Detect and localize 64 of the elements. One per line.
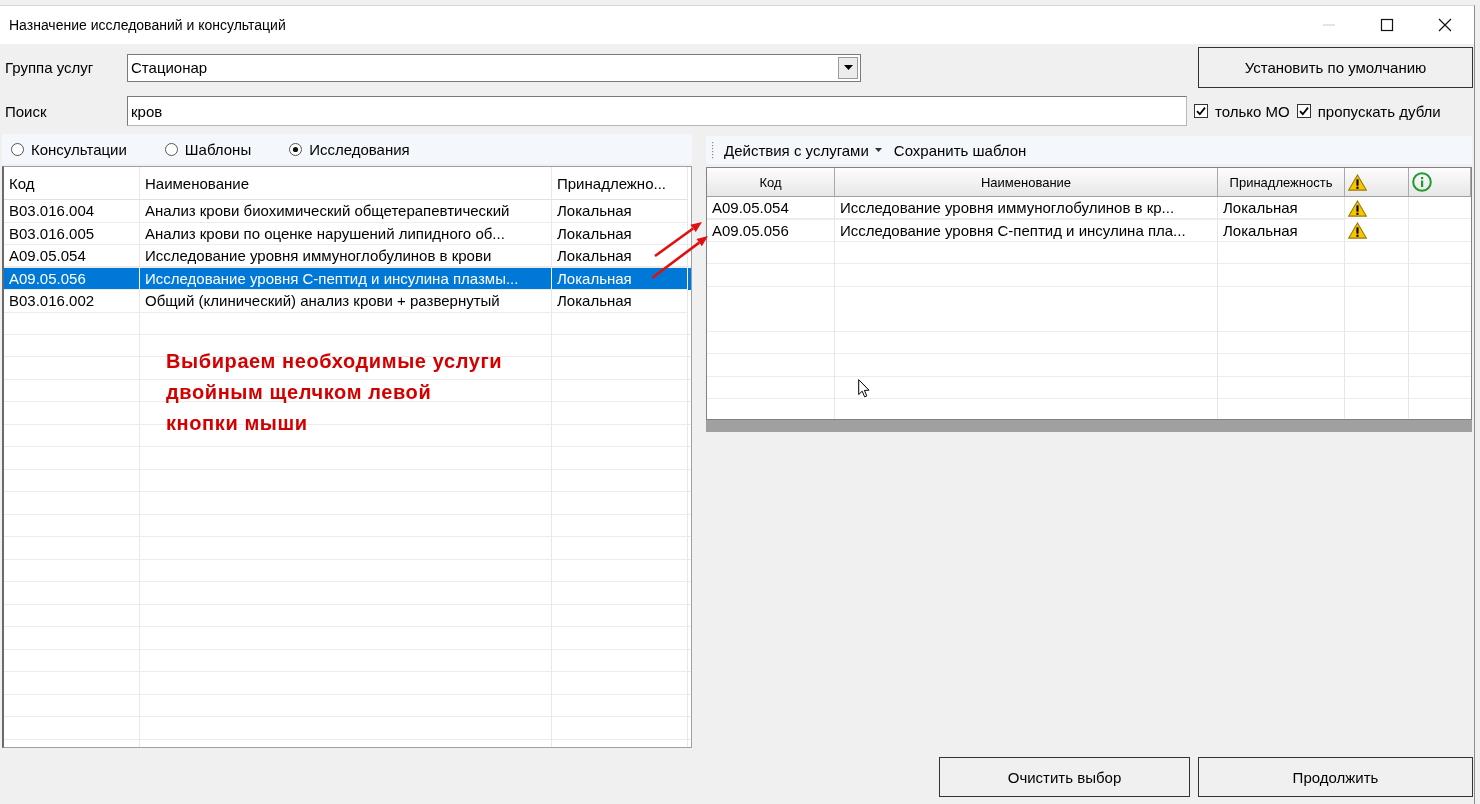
- table-row[interactable]: B03.016.002 Общий (клинический) анализ крови + развернутый Локальная: [4, 290, 691, 313]
- table-cell: Локальная: [552, 290, 688, 313]
- table-row[interactable]: B03.016.005 Анализ крови по оценке нарушений липидного об... Локальная: [4, 222, 691, 245]
- table-cell: Исследование уровня С-пептид и инсулина плазмы...: [140, 267, 552, 290]
- table-cell: Исследование уровня иммуноглобулинов в крови: [140, 245, 552, 268]
- close-icon[interactable]: [1438, 18, 1452, 32]
- column-header[interactable]: Принадлежность: [1218, 168, 1345, 197]
- warning-icon: [1348, 173, 1367, 191]
- column-header[interactable]: Принадлежно...: [552, 167, 688, 200]
- table-cell: Общий (клинический) анализ крови + развернутый: [140, 290, 552, 313]
- table-row[interactable]: A09.05.054 Исследование уровня иммуноглобулинов в крови Локальная: [4, 245, 691, 268]
- radio-label: Исследования: [309, 140, 410, 158]
- radio-label: Консультации: [31, 140, 127, 158]
- table-cell: Локальная: [1218, 219, 1345, 242]
- arrow: [651, 236, 708, 280]
- table-cell: Анализ крови биохимический общетерапевтический: [140, 200, 552, 223]
- column-header[interactable]: Код: [707, 168, 835, 197]
- table-cell: B03.016.005: [4, 222, 140, 245]
- column-header[interactable]: Код: [4, 167, 140, 200]
- service-group-combobox[interactable]: Стационар: [127, 53, 861, 82]
- cursor-icon: [858, 379, 870, 398]
- table-cell: Анализ крови по оценке нарушений липидного об...: [140, 222, 552, 245]
- table-cell: A09.05.056: [4, 267, 140, 290]
- info-icon: [1412, 172, 1432, 192]
- checkbox[interactable]: [1296, 104, 1311, 118]
- radio-label: Шаблоны: [184, 140, 252, 158]
- table-cell: Исследование уровня С-пептид и инсулина пла...: [835, 219, 1218, 242]
- maximize-icon[interactable]: [1380, 18, 1394, 32]
- table-cell: B03.016.002: [4, 290, 140, 313]
- radio-button[interactable]: [289, 142, 303, 156]
- dropdown-button[interactable]: [838, 56, 858, 79]
- column-header[interactable]: Наименование: [835, 168, 1218, 197]
- checkbox[interactable]: [1194, 104, 1208, 118]
- table-cell: Локальная: [552, 222, 688, 245]
- table-cell: A09.05.054: [707, 197, 835, 220]
- annotation-text: Выбираем необходимые услуги двойным щелчком левой кнопки мыши: [166, 349, 503, 436]
- table-cell: Локальная: [552, 200, 688, 223]
- table-cell: A09.05.056: [707, 219, 835, 242]
- clear-selection-button[interactable]: Очистить выбор: [939, 757, 1190, 797]
- table-cell: Локальная: [552, 267, 688, 290]
- field-label: Группа услуг: [4, 59, 95, 76]
- arrow: [654, 222, 702, 258]
- checkbox-label: только МО: [1215, 102, 1290, 120]
- save-template-button[interactable]: Сохранить шаблон: [891, 141, 1029, 159]
- column-header[interactable]: Наименование: [140, 167, 552, 200]
- checkbox-label: пропускать дубли: [1317, 102, 1441, 120]
- table-row[interactable]: B03.016.004 Анализ крови биохимический общетерапевтический Локальная: [4, 200, 691, 223]
- table-row[interactable]: A09.05.056 Исследование уровня С-пептид и инсулина плазмы... Локальная: [4, 267, 691, 290]
- table-cell: A09.05.054: [4, 245, 140, 268]
- table-cell: Локальная: [552, 245, 688, 268]
- window-title: Назначение исследований и консультаций: [9, 17, 286, 33]
- search-field[interactable]: кров: [127, 96, 1187, 126]
- continue-button[interactable]: Продолжить: [1198, 757, 1473, 797]
- table-cell: Исследование уровня иммуноглобулинов в кр...: [835, 197, 1218, 220]
- set-default-button[interactable]: Установить по умолчанию: [1198, 47, 1473, 88]
- caret-icon: [843, 65, 853, 70]
- radio-button[interactable]: [11, 142, 24, 156]
- radio-button[interactable]: [164, 142, 178, 156]
- caret-icon: [874, 148, 882, 152]
- actions-menu-button[interactable]: Действия с услугами: [722, 141, 884, 159]
- table-cell: Локальная: [1218, 197, 1345, 220]
- table-cell: B03.016.004: [4, 200, 140, 223]
- grip-icon: [711, 141, 714, 159]
- field-label: Поиск: [4, 102, 48, 120]
